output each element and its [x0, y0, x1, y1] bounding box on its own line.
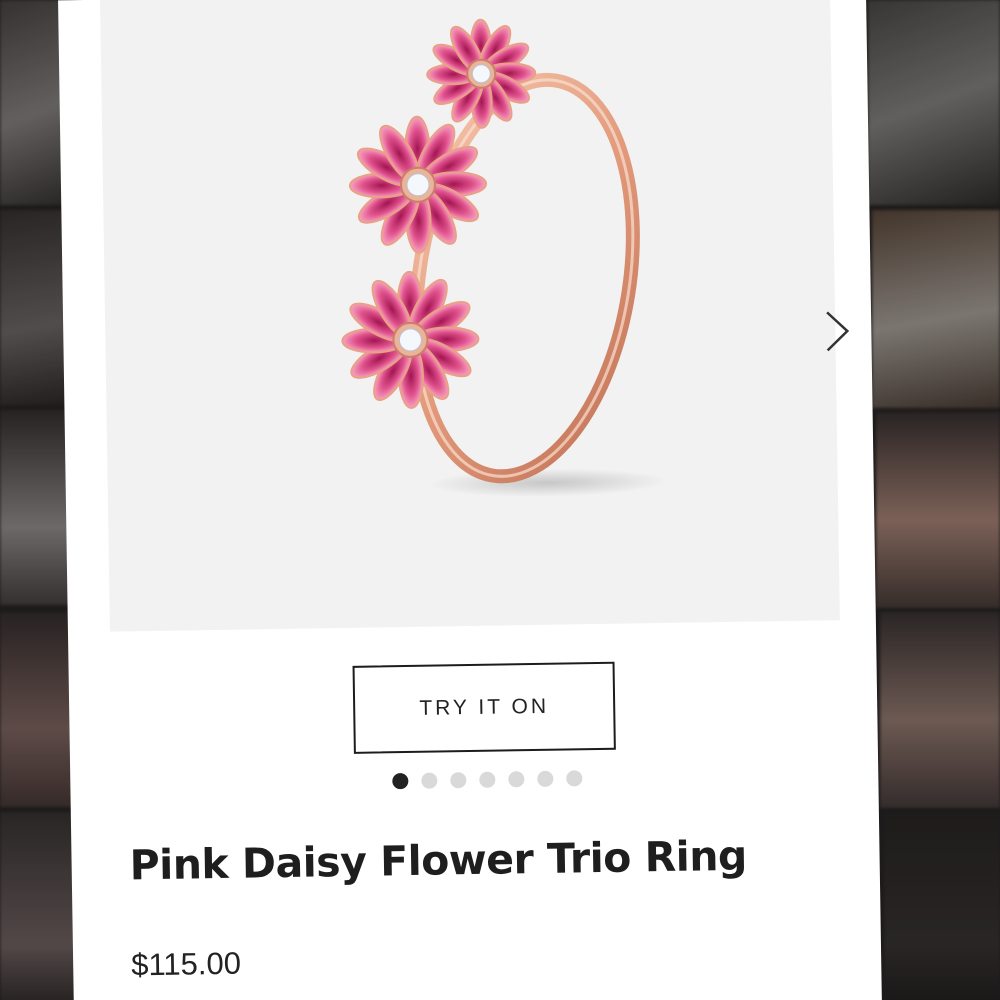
carousel-dot[interactable]: [392, 773, 409, 790]
carousel-dot[interactable]: [537, 770, 554, 787]
background-tile: [876, 412, 1000, 608]
background-tile: [880, 612, 1000, 808]
carousel-dot[interactable]: [450, 772, 467, 789]
product-card: TRY IT ON Pink Daisy Flower Trio Ring $1…: [58, 0, 882, 1000]
background-tile: [868, 0, 1000, 205]
product-title: Pink Daisy Flower Trio Ring: [129, 831, 748, 890]
product-image-carousel[interactable]: [100, 0, 850, 632]
try-it-on-button[interactable]: TRY IT ON: [352, 661, 616, 754]
carousel-pagination-dots: [392, 770, 583, 790]
chevron-right-icon[interactable]: [817, 306, 858, 357]
carousel-dot[interactable]: [508, 771, 525, 788]
product-price: $115.00: [130, 945, 242, 983]
background-tile: [0, 612, 78, 807]
background-tile: [872, 210, 1000, 408]
product-image: [341, 18, 668, 497]
carousel-dot[interactable]: [566, 770, 583, 787]
background-tile: [884, 812, 1000, 1000]
carousel-dot[interactable]: [479, 771, 496, 788]
background-tile: [0, 210, 66, 405]
background-tile: [0, 410, 70, 605]
background-tile: [0, 0, 66, 205]
carousel-dot[interactable]: [421, 772, 438, 789]
